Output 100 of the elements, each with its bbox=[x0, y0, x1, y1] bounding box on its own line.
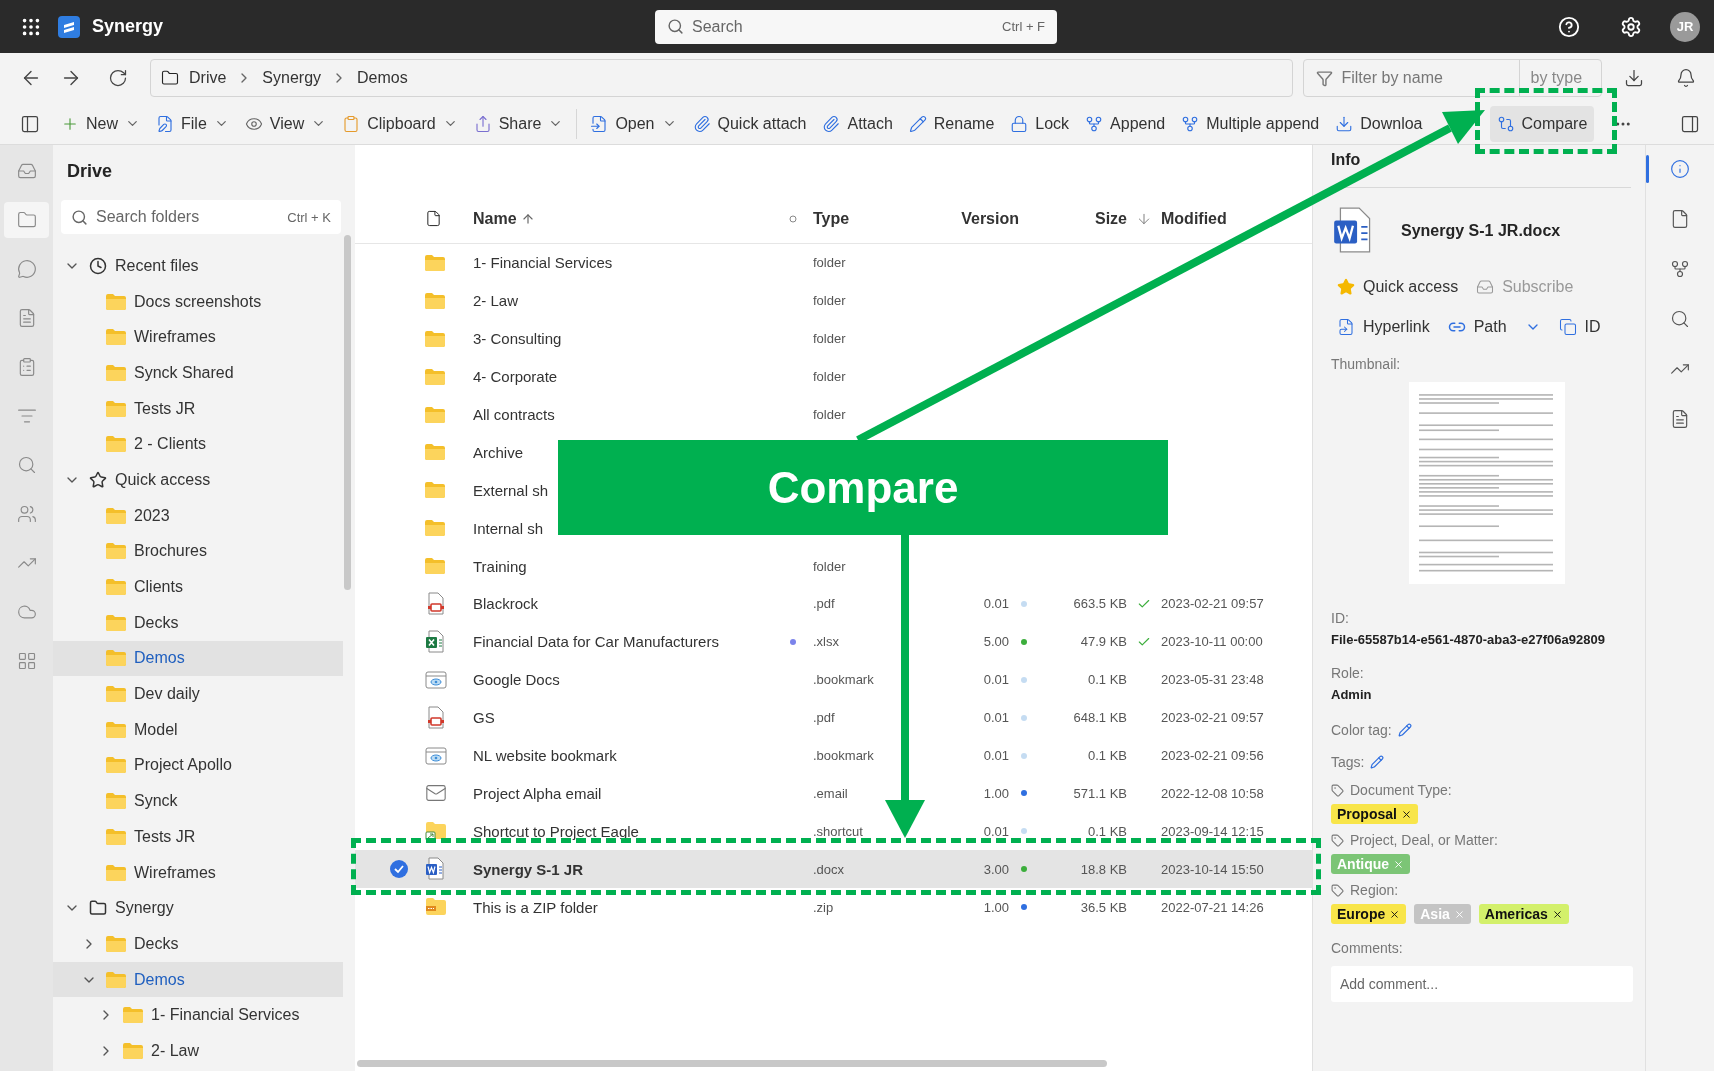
folder-tree-item[interactable]: Synck Shared bbox=[53, 355, 343, 391]
file-name: Financial Data for Car Manufacturers bbox=[473, 633, 720, 651]
scrollbar[interactable] bbox=[344, 235, 351, 590]
toolbar-button[interactable]: File bbox=[149, 105, 236, 142]
copy-link-button[interactable]: ID bbox=[1558, 318, 1601, 336]
folder-tree-item[interactable]: Synergy bbox=[53, 890, 343, 927]
selected-file-row[interactable]: Synergy S-1 JR .docx 3.00 18.8 KB 2023-10-14 15:50 bbox=[355, 850, 1312, 889]
copy-link-button[interactable]: Path bbox=[1447, 318, 1507, 336]
folder-tree-item[interactable]: Decks bbox=[53, 604, 343, 641]
filter-field[interactable]: Filter by name by type bbox=[1303, 59, 1602, 97]
folder-tree-item[interactable]: 2 - Clients bbox=[53, 426, 343, 463]
checked-icon[interactable] bbox=[389, 859, 409, 880]
file-name: 4- Corporate bbox=[473, 368, 559, 386]
file-title: Synergy S-1 JR.docx bbox=[1401, 222, 1561, 240]
comment-field[interactable]: Add comment... bbox=[1331, 966, 1633, 1002]
copy-link-button[interactable]: Hyperlink bbox=[1337, 318, 1430, 336]
folder-tree-item[interactable]: Recent files bbox=[53, 248, 343, 284]
modified-date: 2023-02-21 09:57 bbox=[1161, 710, 1265, 726]
toolbar-button[interactable]: Multiple append bbox=[1174, 105, 1327, 142]
search-field[interactable]: Search Ctrl + F bbox=[655, 9, 1058, 44]
folder-tree-item[interactable]: 1- Financial Services bbox=[53, 997, 343, 1034]
file-type: folder bbox=[813, 407, 847, 422]
folder-icon bbox=[106, 614, 126, 631]
folder-tree-item[interactable]: Decks bbox=[53, 926, 343, 962]
folder-tree-item[interactable]: Wireframes bbox=[53, 319, 343, 356]
word-file-icon bbox=[425, 857, 447, 882]
copy-icon bbox=[1558, 318, 1577, 336]
toolbar-button[interactable]: Share bbox=[466, 105, 571, 142]
toolbar-button[interactable]: Attach bbox=[815, 105, 900, 142]
toolbar-button[interactable]: Rename bbox=[901, 105, 1002, 142]
column-header[interactable]: Version bbox=[961, 209, 1019, 228]
file-name: Blackrock bbox=[473, 595, 540, 613]
folder-icon bbox=[161, 69, 179, 87]
panel-title: Info bbox=[1331, 151, 1631, 188]
tag-chip[interactable]: Proposal bbox=[1331, 804, 1418, 824]
action-button[interactable]: Quick access bbox=[1337, 278, 1459, 296]
toolbar-button[interactable]: Downloa bbox=[1328, 105, 1430, 142]
folder-search-field[interactable]: Search folders Ctrl + K bbox=[61, 200, 341, 234]
folder-icon bbox=[106, 329, 126, 346]
toolbar-button[interactable]: View bbox=[237, 105, 334, 142]
pdf-file-icon bbox=[425, 705, 447, 730]
star-icon bbox=[89, 470, 107, 489]
folder-tree-item[interactable]: Quick access bbox=[53, 462, 343, 498]
version-number: 1.00 bbox=[982, 899, 1009, 915]
toolbar-button[interactable]: New bbox=[54, 105, 147, 142]
version-number: 0.01 bbox=[982, 596, 1009, 612]
file-name: 2- Law bbox=[473, 292, 520, 310]
folder-tree-item[interactable]: Tests JR bbox=[53, 819, 343, 855]
file-type: folder bbox=[813, 255, 847, 271]
field-label: ID: bbox=[1331, 610, 1350, 626]
field-label: Thumbnail: bbox=[1331, 356, 1402, 372]
folder-tree-item[interactable]: 2- Law bbox=[53, 1033, 343, 1069]
folder-icon bbox=[425, 482, 445, 499]
toolbar-button[interactable]: Append bbox=[1078, 105, 1173, 142]
edit-icon[interactable] bbox=[1370, 755, 1385, 769]
remove-icon[interactable] bbox=[1400, 808, 1412, 820]
folder-tree-item[interactable]: Demos bbox=[53, 961, 343, 998]
folder-tree-item[interactable]: Brochures bbox=[53, 533, 343, 570]
circle-icon bbox=[789, 214, 797, 223]
field-label: Document Type: bbox=[1331, 782, 1633, 798]
toolbar-button[interactable]: Clipboard bbox=[335, 105, 465, 142]
remove-icon[interactable] bbox=[1389, 908, 1401, 920]
folder-tree-item[interactable]: Clients bbox=[53, 569, 343, 605]
folder-tree-item[interactable]: Demos bbox=[53, 640, 343, 677]
file-name: NL website bookmark bbox=[473, 747, 618, 764]
toolbar-button[interactable]: Quick attach bbox=[685, 105, 814, 142]
tag-chip[interactable]: Europe bbox=[1331, 904, 1407, 924]
breadcrumb-link[interactable]: Demos bbox=[357, 69, 408, 87]
fork-icon bbox=[1085, 114, 1104, 133]
toolbar-button[interactable]: Open bbox=[583, 105, 684, 142]
file-name: Project Alpha email bbox=[473, 784, 603, 802]
edit-icon[interactable] bbox=[1397, 723, 1412, 737]
folder-tree-item[interactable]: Model bbox=[53, 711, 343, 748]
web-page-icon bbox=[425, 745, 447, 766]
toolbar-button[interactable]: Lock bbox=[1003, 105, 1077, 142]
folder-tree-item[interactable]: Docs screenshots bbox=[53, 283, 343, 320]
tag-chip[interactable]: Americas bbox=[1478, 904, 1569, 924]
toolbar-button[interactable]: Compare bbox=[1489, 105, 1595, 142]
tag-icon bbox=[1331, 833, 1344, 847]
folder-tree-item[interactable]: Dev daily bbox=[53, 676, 343, 712]
breadcrumb-link[interactable]: Drive bbox=[189, 69, 227, 87]
file-type: .bookmark bbox=[813, 672, 875, 688]
breadcrumb-link[interactable]: Synergy bbox=[262, 69, 322, 87]
remove-icon[interactable] bbox=[1551, 908, 1563, 920]
clipboard-icon bbox=[342, 114, 361, 133]
folder-tree-item[interactable]: Project Apollo bbox=[53, 747, 343, 784]
folder-tree-item[interactable]: Tests JR bbox=[53, 390, 343, 427]
column-header[interactable]: Type bbox=[813, 209, 947, 228]
scrollbar[interactable] bbox=[357, 1060, 1107, 1067]
folder-tree-item[interactable]: Synck bbox=[53, 783, 343, 819]
folder-tree-item[interactable]: Wireframes bbox=[53, 854, 343, 891]
folder-shortcut-icon bbox=[425, 821, 447, 842]
folder-tree-item[interactable]: 2023 bbox=[53, 497, 343, 534]
column-header[interactable]: Name bbox=[473, 209, 773, 228]
fork-icon bbox=[1181, 114, 1200, 133]
folder-icon[interactable] bbox=[4, 202, 49, 238]
folder-icon bbox=[106, 293, 126, 310]
column-header[interactable]: Modified bbox=[1161, 209, 1311, 228]
file-type: folder bbox=[813, 369, 847, 385]
column-header[interactable]: Size bbox=[1095, 209, 1127, 228]
